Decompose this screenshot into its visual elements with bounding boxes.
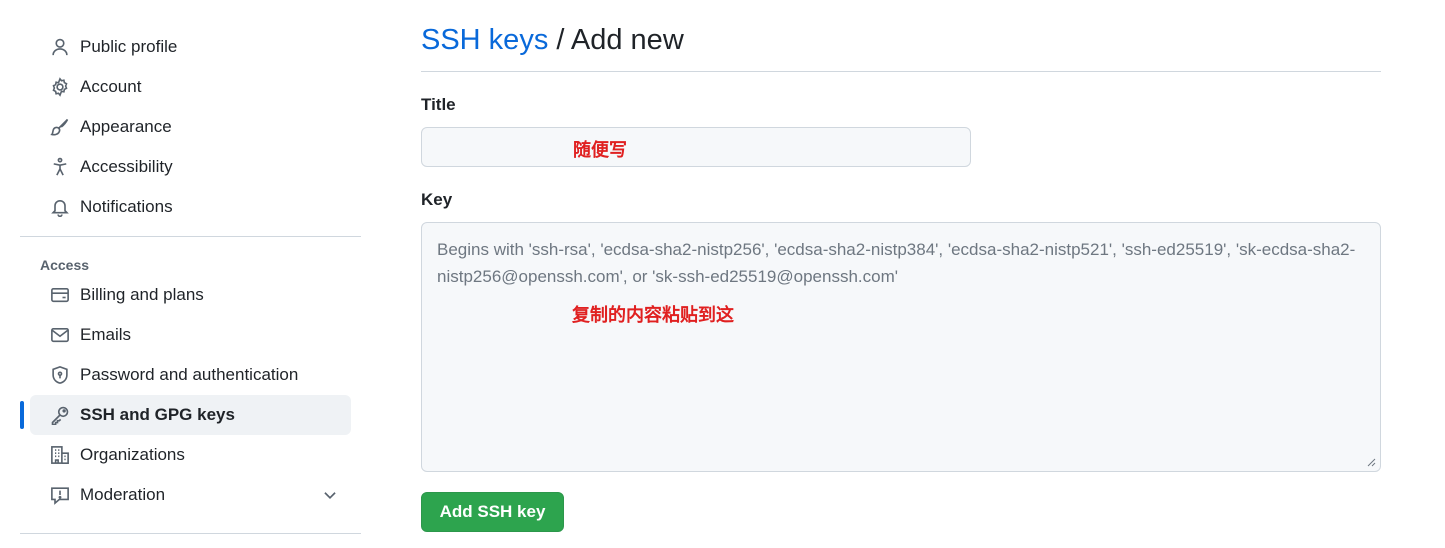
key-placeholder: Begins with 'ssh-rsa', 'ecdsa-sha2-nistp… [437,240,1356,286]
paintbrush-icon [50,117,70,137]
sidebar-bottom-divider [20,533,361,534]
sidebar-item-emails[interactable]: Emails [30,315,351,355]
shield-icon [50,365,70,385]
sidebar-item-organizations[interactable]: Organizations [30,435,351,475]
report-icon [50,485,70,505]
resize-handle-icon[interactable] [1366,457,1376,467]
sidebar-item-label: Accessibility [80,157,173,176]
accessibility-icon [50,157,70,177]
key-label: Key [421,190,453,209]
sidebar-item-moderation[interactable]: Moderation [30,475,351,515]
title-annotation: 随便写 [573,140,627,161]
sidebar-item-password-auth[interactable]: Password and authentication [30,355,351,395]
person-icon [50,37,70,57]
key-icon [50,405,70,425]
sidebar-item-label: SSH and GPG keys [80,405,235,424]
sidebar-item-label: Appearance [80,117,172,136]
main-content: SSH keys / Add new Title 随便写 Key Begins … [421,20,1381,532]
credit-card-icon [50,285,70,305]
mail-icon [50,325,70,345]
breadcrumb-ssh-keys-link[interactable]: SSH keys [421,24,548,56]
sidebar-item-label: Notifications [80,197,173,216]
chevron-down-icon[interactable] [321,486,339,504]
title-input[interactable]: 随便写 [421,127,971,167]
sidebar-item-label: Password and authentication [80,365,299,384]
breadcrumb-current: / Add new [548,24,684,56]
sidebar-item-label: Emails [80,325,132,344]
sidebar-item-appearance[interactable]: Appearance [30,107,351,147]
page-title: SSH keys / Add new [421,20,1381,72]
title-label: Title [421,95,456,114]
add-ssh-key-button[interactable]: Add SSH key [421,492,564,532]
key-textarea[interactable]: Begins with 'ssh-rsa', 'ecdsa-sha2-nistp… [421,222,1381,472]
sidebar-item-label: Organizations [80,445,185,464]
sidebar-item-billing[interactable]: Billing and plans [30,275,351,315]
sidebar-item-label: Moderation [80,485,166,504]
sidebar-item-account[interactable]: Account [30,67,351,107]
bell-icon [50,197,70,217]
key-annotation: 复制的内容粘贴到这 [572,305,734,326]
sidebar-item-notifications[interactable]: Notifications [30,187,351,227]
sidebar-item-accessibility[interactable]: Accessibility [30,147,351,187]
sidebar-item-public-profile[interactable]: Public profile [30,27,351,67]
sidebar-item-label: Account [80,77,142,96]
sidebar-item-label: Billing and plans [80,285,204,304]
settings-sidebar: Public profile Account Appearance Access… [20,27,361,515]
gear-icon [50,77,70,97]
sidebar-item-label: Public profile [80,37,178,56]
access-heading: Access [40,257,90,273]
sidebar-item-ssh-gpg-keys[interactable]: SSH and GPG keys [20,395,351,435]
organization-icon [50,445,70,465]
